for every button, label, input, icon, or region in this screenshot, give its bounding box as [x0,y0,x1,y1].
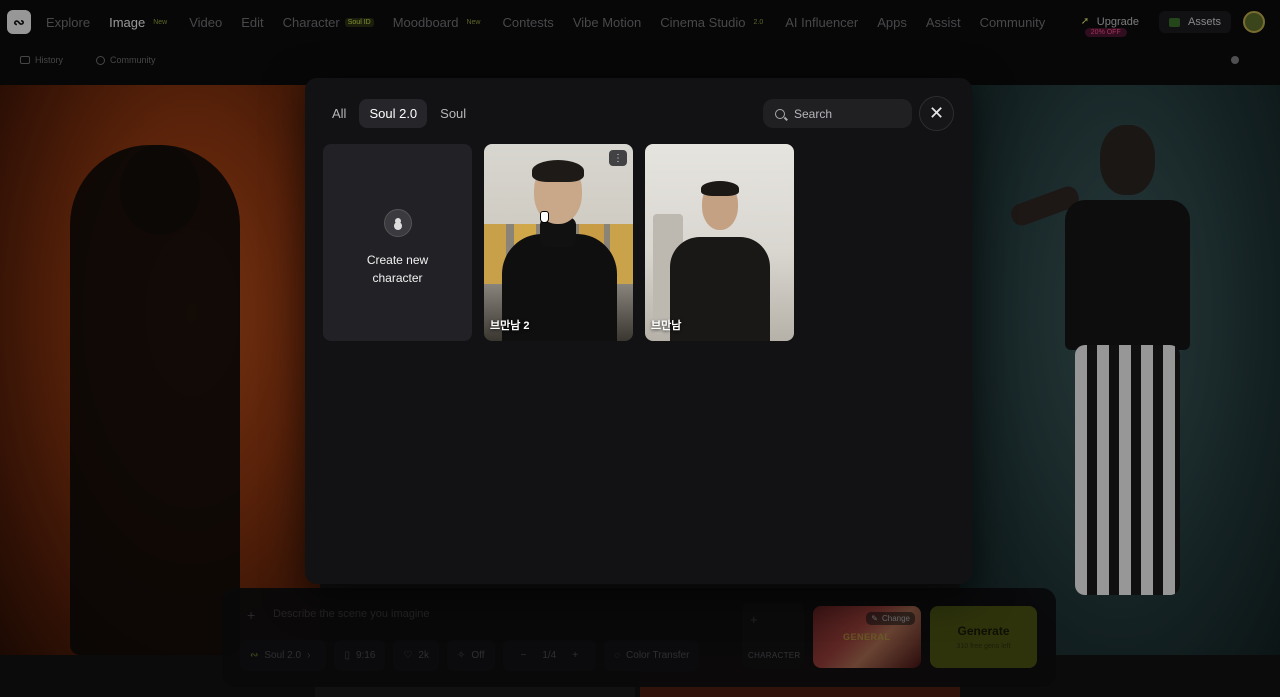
more-options-icon[interactable]: ⋮ [609,150,627,166]
search-icon [775,108,785,119]
search-input[interactable] [794,106,904,121]
modal-tabs: All Soul 2.0 Soul [325,99,479,128]
close-button[interactable]: ✕ [919,96,954,131]
close-icon: ✕ [928,103,945,123]
character-photo [670,181,770,341]
tab-soul-2[interactable]: Soul 2.0 [359,99,428,128]
character-name: 브만남 [651,320,682,332]
search-box[interactable] [763,99,912,128]
character-card[interactable]: ⋮ 브만남 2 [484,144,633,341]
character-grid: Create new character ⋮ 브만남 2 브만남 [323,144,806,341]
character-photo [502,160,617,341]
create-character-card[interactable]: Create new character [323,144,472,341]
hand-cursor-icon [540,211,549,223]
user-icon [383,208,412,237]
character-card[interactable]: 브만남 [645,144,794,341]
character-name: 브만남 2 [490,320,530,332]
tab-soul[interactable]: Soul [433,99,473,128]
character-picker-modal: All Soul 2.0 Soul ✕ Create new character… [305,78,972,584]
tab-all[interactable]: All [325,99,353,128]
